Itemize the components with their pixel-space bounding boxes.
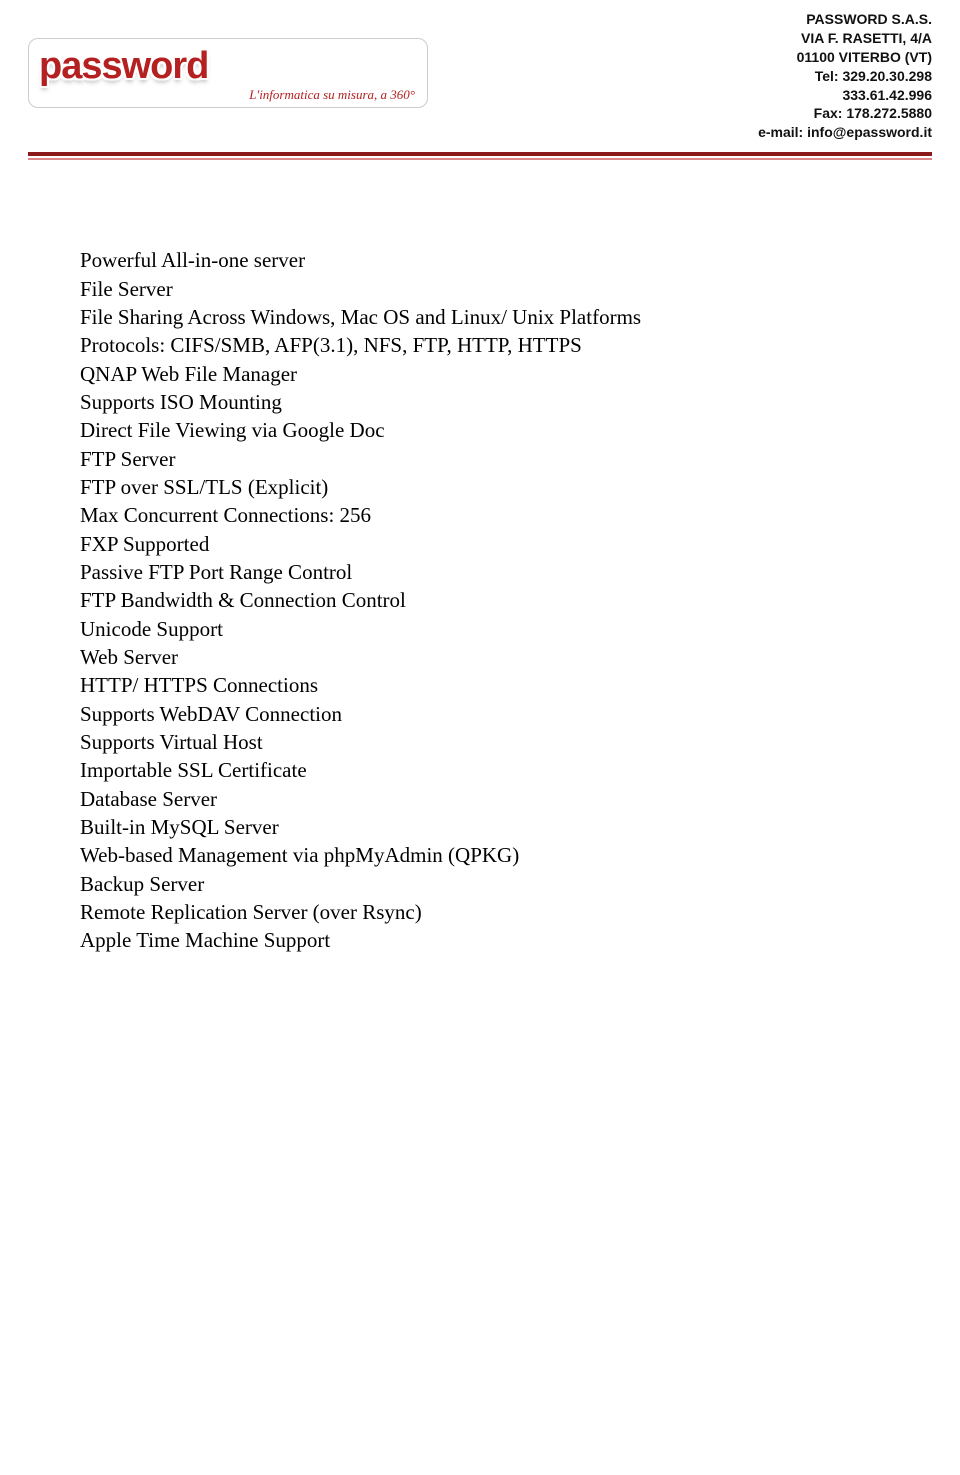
- company-name: PASSWORD S.A.S.: [758, 10, 932, 29]
- header-rule-light: [28, 158, 932, 160]
- company-tel1: Tel: 329.20.30.298: [758, 67, 932, 86]
- company-tel2: 333.61.42.996: [758, 86, 932, 105]
- ftp-server-line: FTP over SSL/TLS (Explicit): [80, 473, 880, 501]
- web-server-line: Supports WebDAV Connection: [80, 700, 880, 728]
- ftp-server-line: Unicode Support: [80, 615, 880, 643]
- section-title-db-server: Database Server: [80, 785, 880, 813]
- company-info: PASSWORD S.A.S. VIA F. RASETTI, 4/A 0110…: [758, 10, 932, 142]
- section-title-web-server: Web Server: [80, 643, 880, 671]
- section-title-file-server: File Server: [80, 275, 880, 303]
- web-server-line: Importable SSL Certificate: [80, 756, 880, 784]
- company-fax: Fax: 178.272.5880: [758, 104, 932, 123]
- section-title-ftp-server: FTP Server: [80, 445, 880, 473]
- db-server-line: Built-in MySQL Server: [80, 813, 880, 841]
- section-title-backup-server: Backup Server: [80, 870, 880, 898]
- content: Powerful All-in-one server File Server F…: [0, 166, 960, 995]
- ftp-server-line: FTP Bandwidth & Connection Control: [80, 586, 880, 614]
- file-server-line: Protocols: CIFS/SMB, AFP(3.1), NFS, FTP,…: [80, 331, 880, 359]
- file-server-line: Direct File Viewing via Google Doc: [80, 416, 880, 444]
- file-server-line: File Sharing Across Windows, Mac OS and …: [80, 303, 880, 331]
- ftp-server-line: FXP Supported: [80, 530, 880, 558]
- backup-server-line: Apple Time Machine Support: [80, 926, 880, 954]
- web-server-line: HTTP/ HTTPS Connections: [80, 671, 880, 699]
- company-email: e-mail: info@epassword.it: [758, 123, 932, 142]
- logo-tagline: L'informatica su misura, a 360°: [249, 87, 415, 103]
- page-header: password L'informatica su misura, a 360°…: [0, 0, 960, 166]
- db-server-line: Web-based Management via phpMyAdmin (QPK…: [80, 841, 880, 869]
- file-server-line: Supports ISO Mounting: [80, 388, 880, 416]
- logo-word: password: [39, 45, 208, 88]
- file-server-line: QNAP Web File Manager: [80, 360, 880, 388]
- ftp-server-line: Max Concurrent Connections: 256: [80, 501, 880, 529]
- ftp-server-line: Passive FTP Port Range Control: [80, 558, 880, 586]
- company-address2: 01100 VITERBO (VT): [758, 48, 932, 67]
- logo: password L'informatica su misura, a 360°: [28, 38, 428, 108]
- headline: Powerful All-in-one server: [80, 246, 880, 274]
- company-address1: VIA F. RASETTI, 4/A: [758, 29, 932, 48]
- header-row: password L'informatica su misura, a 360°…: [28, 10, 932, 142]
- backup-server-line: Remote Replication Server (over Rsync): [80, 898, 880, 926]
- web-server-line: Supports Virtual Host: [80, 728, 880, 756]
- header-rule-dark: [28, 152, 932, 156]
